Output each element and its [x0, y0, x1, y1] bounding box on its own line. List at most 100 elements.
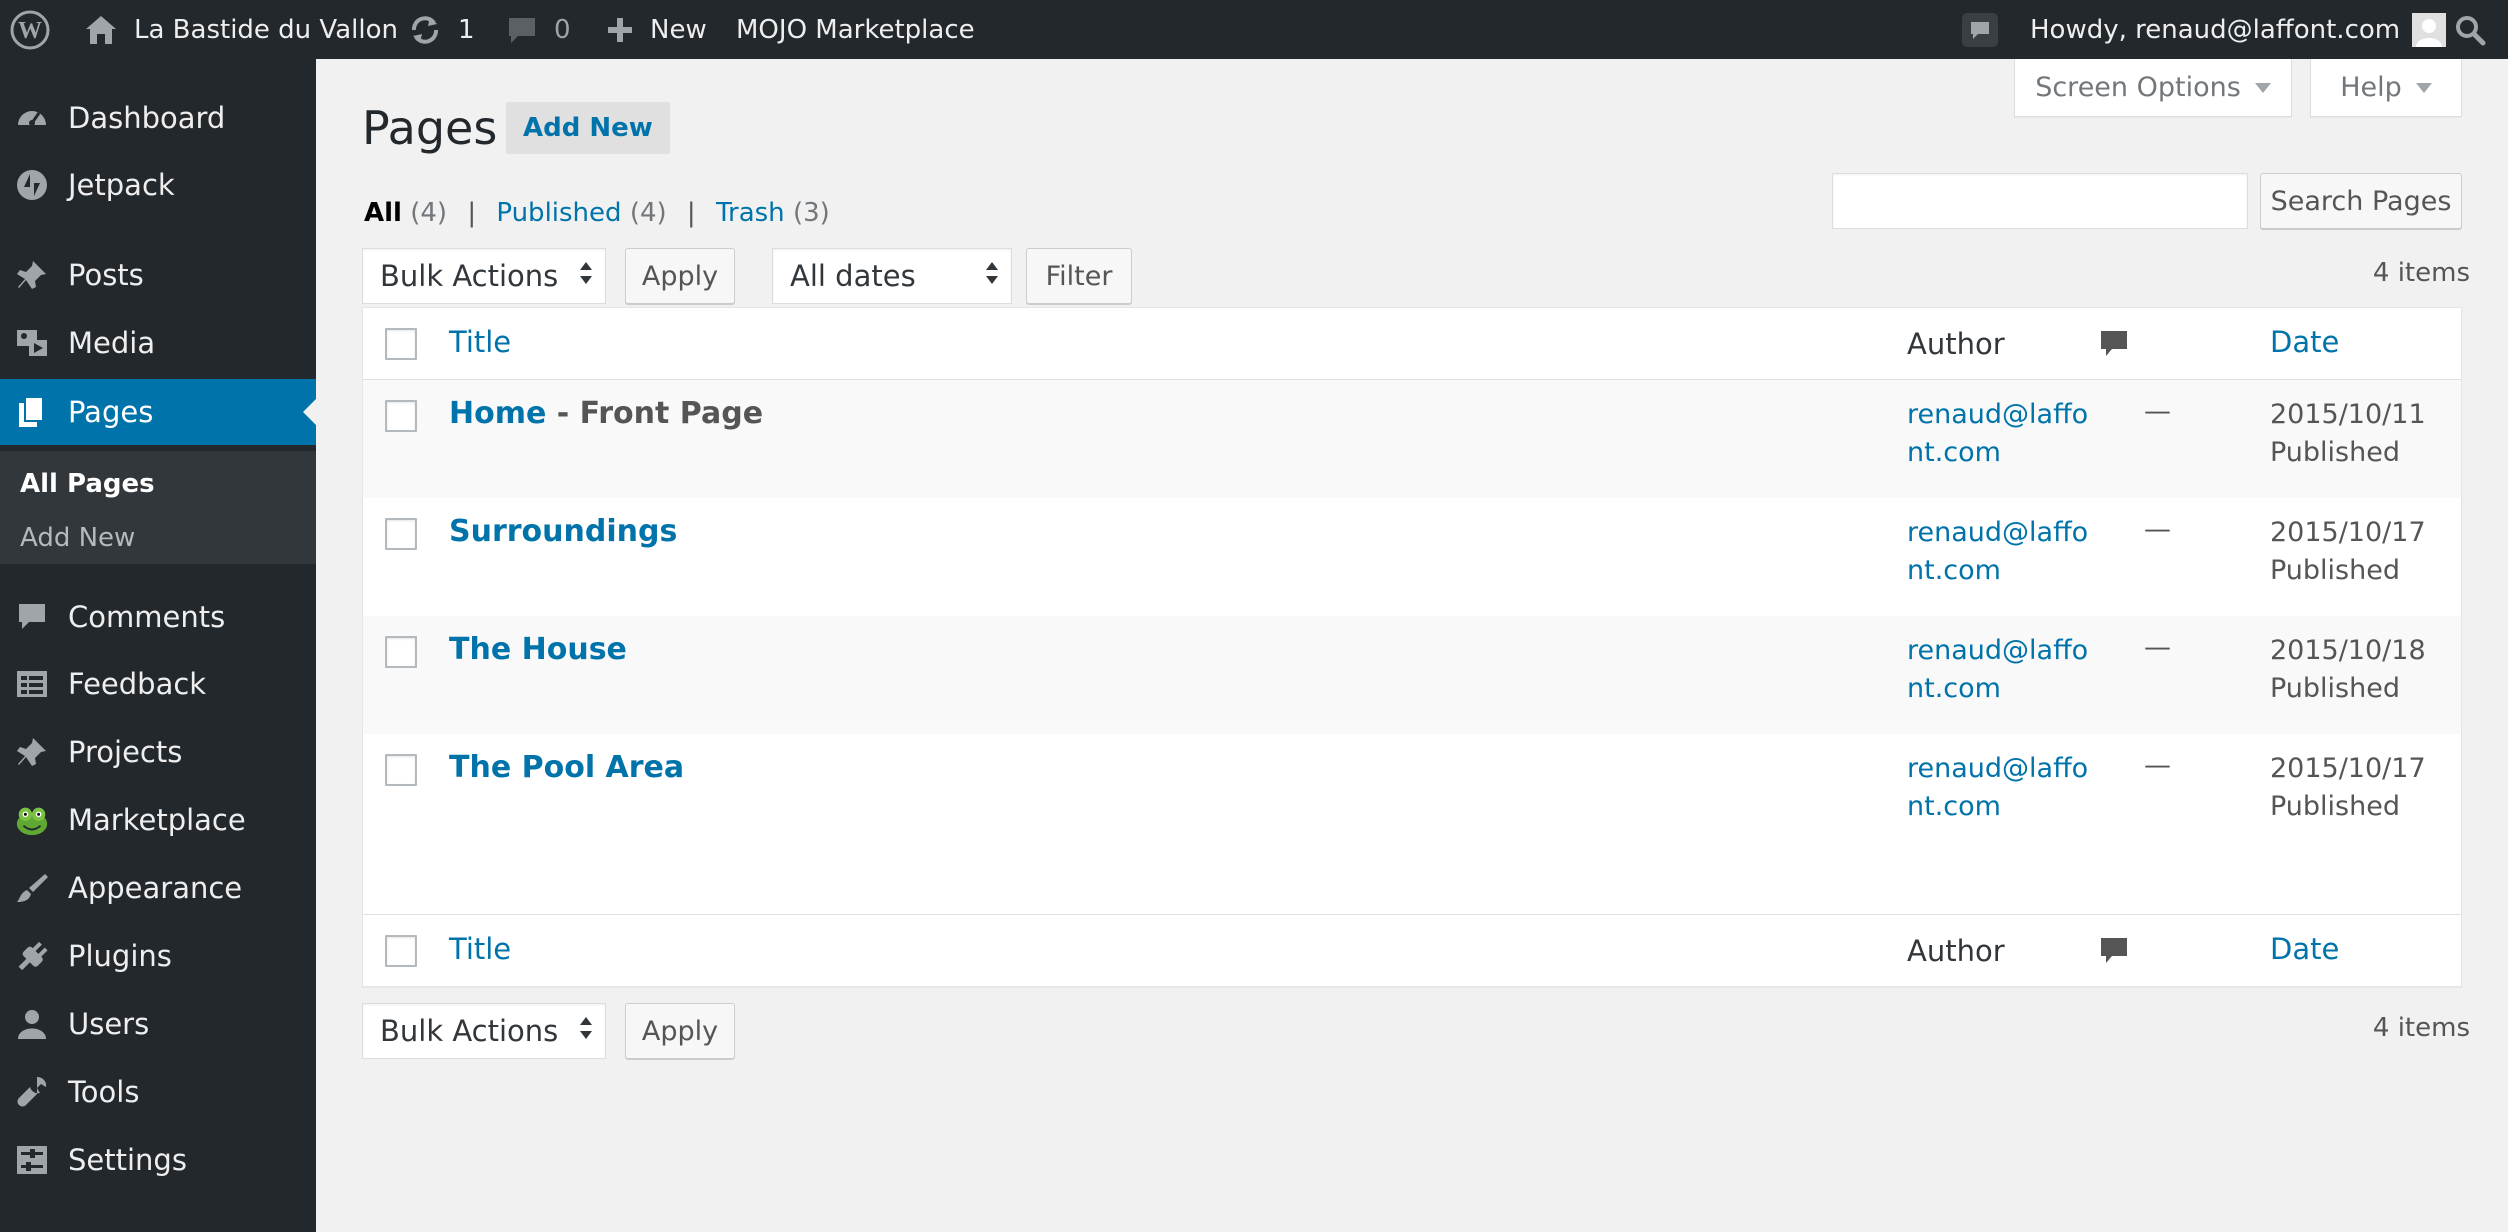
items-count-bottom: 4 items [2372, 1013, 2470, 1043]
page-title-link[interactable]: Surroundings [449, 514, 677, 549]
sidebar-item-label: Appearance [68, 871, 243, 905]
comment-bubble-icon[interactable] [2098, 935, 2130, 971]
author-link[interactable]: renaud@laffont.com [1907, 632, 2093, 708]
date-value: 2015/10/17 [2270, 753, 2426, 784]
screen-options-label: Screen Options [2035, 72, 2241, 103]
view-trash-link[interactable]: Trash [716, 198, 785, 228]
screen-options-button[interactable]: Screen Options [2014, 59, 2292, 117]
page-title-link[interactable]: The House [449, 632, 627, 667]
sidebar-item-appearance[interactable]: Appearance [0, 855, 316, 921]
sidebar-item-projects[interactable]: Projects [0, 719, 316, 785]
column-title-sort-link[interactable]: Title [449, 325, 511, 359]
sidebar-item-label: Marketplace [68, 803, 246, 837]
view-all-count: (4) [410, 198, 448, 228]
pin-icon [14, 734, 50, 770]
view-published-link[interactable]: Published [496, 198, 621, 228]
notifications-icon[interactable] [1962, 0, 1998, 59]
bulk-actions-select[interactable]: Bulk Actions [362, 248, 606, 304]
table-row: Home - Front Page renaud@laffont.com — 2… [363, 380, 2461, 498]
row-checkbox[interactable] [385, 518, 417, 550]
column-date-sort-link[interactable]: Date [2270, 932, 2339, 966]
comment-bubble-icon[interactable] [2098, 328, 2130, 364]
submenu-all-pages[interactable]: All Pages [20, 469, 155, 499]
apply-button-bottom[interactable]: Apply [625, 1003, 735, 1059]
admin-sidebar: Dashboard Jetpack Posts Media Pages All … [0, 59, 316, 1232]
view-trash-count: (3) [792, 198, 830, 228]
apply-button[interactable]: Apply [625, 248, 735, 304]
pages-icon [14, 394, 50, 430]
caret-down-icon [2254, 82, 2271, 93]
items-count: 4 items [2372, 258, 2470, 288]
main-content: Screen Options Help Pages Add New All (4… [316, 59, 2508, 1232]
sidebar-item-jetpack[interactable]: Jetpack [0, 152, 316, 218]
date-value: 2015/10/11 [2270, 399, 2426, 430]
sidebar-item-posts[interactable]: Posts [0, 242, 316, 308]
page-title-cell: Home - Front Page [449, 396, 763, 431]
author-link[interactable]: renaud@laffont.com [1907, 750, 2093, 826]
comments-link[interactable]: 0 [506, 0, 571, 59]
user-icon [14, 1006, 50, 1042]
updates-link[interactable]: 1 [408, 0, 475, 59]
new-content-link[interactable]: New [606, 0, 707, 59]
wordpress-logo-icon[interactable]: W [10, 0, 50, 59]
filter-button[interactable]: Filter [1026, 248, 1132, 304]
date-cell: 2015/10/17 Published [2270, 514, 2426, 590]
select-all-checkbox[interactable] [385, 935, 417, 967]
my-account-link[interactable]: Howdy, renaud@laffont.com [2030, 0, 2447, 59]
date-filter-select[interactable]: All dates [772, 248, 1012, 304]
search-pages-button[interactable]: Search Pages [2260, 173, 2462, 229]
media-icon [14, 325, 50, 361]
sidebar-item-tools[interactable]: Tools [0, 1059, 316, 1125]
sidebar-item-users[interactable]: Users [0, 991, 316, 1057]
wrench-icon [14, 1074, 50, 1110]
sidebar-item-label: Posts [68, 258, 144, 292]
bulk-actions-value: Bulk Actions [380, 1014, 559, 1048]
sidebar-item-label: Media [68, 326, 156, 360]
sidebar-item-label: Settings [68, 1143, 187, 1177]
site-name-link[interactable]: La Bastide du Vallon [84, 0, 398, 59]
page-title-cell: The Pool Area [449, 750, 684, 785]
sidebar-item-plugins[interactable]: Plugins [0, 923, 316, 989]
add-new-button[interactable]: Add New [506, 102, 670, 154]
bulk-actions-select-bottom[interactable]: Bulk Actions [362, 1003, 606, 1059]
date-cell: 2015/10/18 Published [2270, 632, 2426, 708]
page-title-link[interactable]: Home [449, 396, 546, 431]
sidebar-item-feedback[interactable]: Feedback [0, 651, 316, 717]
caret-down-icon [2415, 82, 2432, 93]
date-filter-value: All dates [790, 259, 916, 293]
column-title-sort-link[interactable]: Title [449, 932, 511, 966]
sidebar-item-marketplace[interactable]: Marketplace [0, 787, 316, 853]
page-state: - Front Page [546, 396, 764, 431]
sidebar-item-label: Plugins [68, 939, 172, 973]
page-title: Pages [362, 101, 498, 155]
post-status: Published [2270, 673, 2400, 704]
sidebar-item-label: Tools [68, 1075, 140, 1109]
mojo-marketplace-link[interactable]: MOJO Marketplace [736, 0, 975, 59]
row-checkbox[interactable] [385, 636, 417, 668]
search-icon[interactable] [2454, 0, 2486, 59]
column-date-sort-link[interactable]: Date [2270, 325, 2339, 359]
submenu-add-new[interactable]: Add New [20, 523, 135, 553]
pin-icon [14, 257, 50, 293]
sidebar-item-pages[interactable]: Pages [0, 379, 316, 445]
sidebar-item-media[interactable]: Media [0, 310, 316, 376]
greeting: Howdy, renaud@laffont.com [2030, 14, 2401, 45]
author-link[interactable]: renaud@laffont.com [1907, 396, 2093, 472]
sidebar-item-dashboard[interactable]: Dashboard [0, 85, 316, 151]
view-all-link[interactable]: All [364, 198, 402, 228]
page-title-link[interactable]: The Pool Area [449, 750, 684, 785]
sidebar-item-comments[interactable]: Comments [0, 584, 316, 650]
bulk-actions-value: Bulk Actions [380, 259, 559, 293]
search-input[interactable] [1832, 173, 2248, 229]
avatar [2412, 12, 2447, 47]
row-checkbox[interactable] [385, 754, 417, 786]
new-label: New [650, 14, 707, 45]
row-checkbox[interactable] [385, 400, 417, 432]
help-button[interactable]: Help [2310, 59, 2462, 117]
sidebar-item-label: Jetpack [68, 168, 175, 202]
page-title-cell: The House [449, 632, 627, 667]
author-link[interactable]: renaud@laffont.com [1907, 514, 2093, 590]
sidebar-item-settings[interactable]: Settings [0, 1127, 316, 1193]
select-all-checkbox[interactable] [385, 328, 417, 360]
plus-icon [606, 16, 634, 44]
